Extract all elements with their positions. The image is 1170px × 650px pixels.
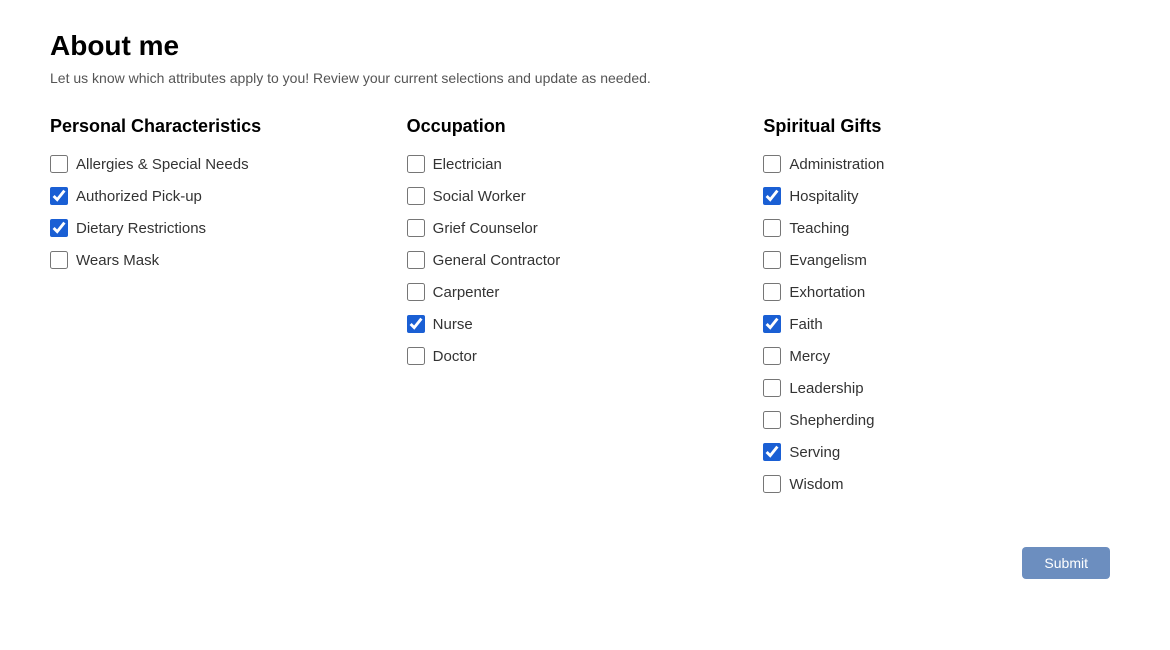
- checkbox-grief-counselor[interactable]: [407, 219, 425, 237]
- column-header-occupation: Occupation: [407, 116, 744, 137]
- column-spiritual: Spiritual Gifts Administration Hospitality…: [763, 116, 1120, 507]
- checkbox-label-exhortation: Exhortation: [789, 284, 865, 301]
- checkbox-label-social-worker: Social Worker: [433, 188, 526, 205]
- checkbox-label-nurse: Nurse: [433, 316, 473, 333]
- checkbox-social-worker[interactable]: [407, 187, 425, 205]
- checkbox-item-grief-counselor[interactable]: Grief Counselor: [407, 219, 744, 237]
- checkbox-label-dietary-restrictions: Dietary Restrictions: [76, 220, 206, 237]
- checkbox-label-serving: Serving: [789, 444, 840, 461]
- checkbox-evangelism[interactable]: [763, 251, 781, 269]
- columns-container: Personal Characteristics Allergies & Spec…: [50, 116, 1120, 507]
- checkbox-hospitality[interactable]: [763, 187, 781, 205]
- checkbox-serving[interactable]: [763, 443, 781, 461]
- checkbox-label-authorized-pickup: Authorized Pick-up: [76, 188, 202, 205]
- checkbox-leadership[interactable]: [763, 379, 781, 397]
- checkbox-item-dietary-restrictions[interactable]: Dietary Restrictions: [50, 219, 387, 237]
- checkbox-label-electrician: Electrician: [433, 156, 502, 173]
- checkbox-item-wears-mask[interactable]: Wears Mask: [50, 251, 387, 269]
- checkbox-item-doctor[interactable]: Doctor: [407, 347, 744, 365]
- page-subtitle: Let us know which attributes apply to yo…: [50, 70, 1120, 86]
- checkbox-item-mercy[interactable]: Mercy: [763, 347, 1100, 365]
- column-occupation: Occupation Electrician Social Worker Grief …: [407, 116, 764, 507]
- checkbox-label-faith: Faith: [789, 316, 822, 333]
- checkbox-item-carpenter[interactable]: Carpenter: [407, 283, 744, 301]
- checkbox-label-evangelism: Evangelism: [789, 252, 867, 269]
- checkbox-mercy[interactable]: [763, 347, 781, 365]
- checkbox-item-wisdom[interactable]: Wisdom: [763, 475, 1100, 493]
- checkbox-item-shepherding[interactable]: Shepherding: [763, 411, 1100, 429]
- checkbox-item-evangelism[interactable]: Evangelism: [763, 251, 1100, 269]
- column-personal: Personal Characteristics Allergies & Spec…: [50, 116, 407, 507]
- checkbox-label-hospitality: Hospitality: [789, 188, 858, 205]
- page-title: About me: [50, 30, 1120, 62]
- checkbox-item-teaching[interactable]: Teaching: [763, 219, 1100, 237]
- checkbox-item-exhortation[interactable]: Exhortation: [763, 283, 1100, 301]
- checkbox-teaching[interactable]: [763, 219, 781, 237]
- checkbox-label-grief-counselor: Grief Counselor: [433, 220, 538, 237]
- checkbox-item-serving[interactable]: Serving: [763, 443, 1100, 461]
- checkbox-exhortation[interactable]: [763, 283, 781, 301]
- checkbox-label-mercy: Mercy: [789, 348, 830, 365]
- checkbox-item-leadership[interactable]: Leadership: [763, 379, 1100, 397]
- checkbox-electrician[interactable]: [407, 155, 425, 173]
- checkbox-label-administration: Administration: [789, 156, 884, 173]
- checkbox-label-carpenter: Carpenter: [433, 284, 500, 301]
- checkbox-shepherding[interactable]: [763, 411, 781, 429]
- checkbox-allergies[interactable]: [50, 155, 68, 173]
- checkbox-item-allergies[interactable]: Allergies & Special Needs: [50, 155, 387, 173]
- checkbox-item-hospitality[interactable]: Hospitality: [763, 187, 1100, 205]
- checkbox-item-administration[interactable]: Administration: [763, 155, 1100, 173]
- checkbox-item-general-contractor[interactable]: General Contractor: [407, 251, 744, 269]
- checkbox-label-wisdom: Wisdom: [789, 476, 843, 493]
- checkbox-authorized-pickup[interactable]: [50, 187, 68, 205]
- checkbox-item-nurse[interactable]: Nurse: [407, 315, 744, 333]
- checkbox-wears-mask[interactable]: [50, 251, 68, 269]
- checkbox-dietary-restrictions[interactable]: [50, 219, 68, 237]
- checkbox-item-social-worker[interactable]: Social Worker: [407, 187, 744, 205]
- submit-button[interactable]: Submit: [1022, 547, 1110, 579]
- checkbox-label-wears-mask: Wears Mask: [76, 252, 159, 269]
- checkbox-wisdom[interactable]: [763, 475, 781, 493]
- checkbox-doctor[interactable]: [407, 347, 425, 365]
- checkbox-item-electrician[interactable]: Electrician: [407, 155, 744, 173]
- checkbox-label-general-contractor: General Contractor: [433, 252, 561, 269]
- checkbox-label-teaching: Teaching: [789, 220, 849, 237]
- checkbox-carpenter[interactable]: [407, 283, 425, 301]
- checkbox-nurse[interactable]: [407, 315, 425, 333]
- checkbox-label-shepherding: Shepherding: [789, 412, 874, 429]
- column-header-personal: Personal Characteristics: [50, 116, 387, 137]
- checkbox-general-contractor[interactable]: [407, 251, 425, 269]
- checkbox-faith[interactable]: [763, 315, 781, 333]
- checkbox-administration[interactable]: [763, 155, 781, 173]
- submit-container: Submit: [50, 547, 1120, 579]
- checkbox-item-authorized-pickup[interactable]: Authorized Pick-up: [50, 187, 387, 205]
- checkbox-label-doctor: Doctor: [433, 348, 477, 365]
- column-header-spiritual: Spiritual Gifts: [763, 116, 1100, 137]
- checkbox-label-allergies: Allergies & Special Needs: [76, 156, 249, 173]
- checkbox-item-faith[interactable]: Faith: [763, 315, 1100, 333]
- checkbox-label-leadership: Leadership: [789, 380, 863, 397]
